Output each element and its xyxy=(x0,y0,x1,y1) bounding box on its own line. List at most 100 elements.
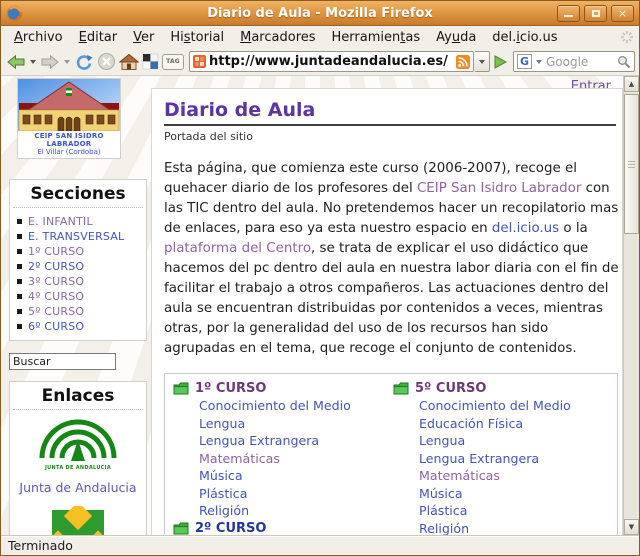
junta-de-andalucia-logo[interactable] xyxy=(32,418,124,464)
go-button[interactable] xyxy=(491,50,509,74)
inline-link[interactable]: del.icio.us xyxy=(492,221,559,236)
course-item-link[interactable]: Lengua Extrangera xyxy=(419,451,539,466)
home-button[interactable] xyxy=(118,50,140,74)
menu-herramientas[interactable]: Herramientas xyxy=(324,28,429,47)
averroes-logo[interactable] xyxy=(47,506,109,535)
reload-button[interactable] xyxy=(73,50,95,74)
minimize-button[interactable] xyxy=(557,5,580,22)
course-column: 1º CURSO Conocimiento del Medio Lengua Leng… xyxy=(173,379,393,535)
forward-icon xyxy=(40,54,60,70)
course-item: Educación Física xyxy=(393,415,613,433)
course-item-link[interactable]: Lengua Extrangera xyxy=(199,433,319,448)
course-item: Religión xyxy=(173,502,393,520)
search-bar: G xyxy=(513,51,635,72)
sidebar-link[interactable]: 3º CURSO xyxy=(28,275,84,288)
site-search-input[interactable] xyxy=(9,353,116,370)
back-icon xyxy=(6,54,26,70)
course-item-link[interactable]: Matemáticas xyxy=(419,468,500,483)
square-bullet-icon xyxy=(17,219,22,224)
rss-icon[interactable] xyxy=(456,55,470,69)
back-dropdown[interactable] xyxy=(30,60,36,64)
list-item: 4º CURSO xyxy=(17,289,142,304)
square-bullet-icon xyxy=(17,249,22,254)
close-button[interactable]: × xyxy=(611,5,634,22)
tag-button[interactable]: TAG xyxy=(161,50,185,74)
search-engine-dropdown[interactable] xyxy=(536,60,542,64)
browser-window: Diario de Aula - Mozilla Firefox × Archi… xyxy=(0,0,640,556)
maximize-button[interactable] xyxy=(584,5,607,22)
forward-button[interactable] xyxy=(39,50,61,74)
search-icon[interactable] xyxy=(617,55,631,69)
course-item-link[interactable]: Matemáticas xyxy=(199,451,280,466)
course-item: Plástica xyxy=(173,485,393,503)
sidebar-link[interactable]: 6º CURSO xyxy=(28,320,84,333)
scroll-down-button[interactable]: ▼ xyxy=(624,519,639,535)
course-item-link[interactable]: Educación Física xyxy=(419,416,523,431)
course-header: 5º CURSO xyxy=(393,379,613,397)
course-item-link[interactable]: Plástica xyxy=(419,503,467,518)
school-building-image xyxy=(18,79,120,131)
menu-ayuda[interactable]: Ayuda xyxy=(428,28,484,47)
stop-button[interactable] xyxy=(96,50,117,74)
menu-marcadores[interactable]: Marcadores xyxy=(232,28,323,47)
course-item-link[interactable]: Religión xyxy=(199,503,249,518)
folder-icon xyxy=(173,522,189,535)
course-item: Conocimiento del Medio xyxy=(393,397,613,415)
course-header-link[interactable]: 5º CURSO xyxy=(415,381,486,396)
chevron-down-icon xyxy=(479,60,485,64)
course-header-link[interactable]: 2º CURSO xyxy=(195,521,266,535)
square-bullet-icon xyxy=(17,234,22,239)
course-item-link[interactable]: Religión xyxy=(419,521,469,535)
course-item: Conocimiento del Medio xyxy=(173,397,393,415)
course-item-link[interactable]: Lengua xyxy=(199,416,245,431)
sidebar-link[interactable]: E. INFANTIL xyxy=(28,215,93,228)
scrollbar-thumb[interactable] xyxy=(624,94,639,234)
close-icon: × xyxy=(618,8,627,19)
sidebar-link[interactable]: 1º CURSO xyxy=(28,245,84,258)
school-logo[interactable]: CEIP SAN ISIDRO LABRADOR El Villar (Cord… xyxy=(17,78,121,159)
menu-del-icio-us[interactable]: del.icio.us xyxy=(484,28,565,47)
delicious-button[interactable] xyxy=(141,50,160,74)
square-bullet-icon xyxy=(17,264,22,269)
menu-editar[interactable]: Editar xyxy=(71,28,126,47)
school-location: El Villar (Cordoba) xyxy=(18,148,120,156)
course-item: Lengua Extrangera xyxy=(173,432,393,450)
sidebar-link[interactable]: 2º CURSO xyxy=(28,260,84,273)
square-bullet-icon xyxy=(17,294,22,299)
forward-dropdown[interactable] xyxy=(64,60,70,64)
back-button[interactable] xyxy=(5,50,27,74)
address-input[interactable] xyxy=(209,54,453,69)
links-title: Enlaces xyxy=(13,382,143,410)
course-item-link[interactable]: Plástica xyxy=(199,486,247,501)
folder-icon xyxy=(393,382,409,395)
web-search-input[interactable] xyxy=(546,55,615,69)
sidebar-link[interactable]: 4º CURSO xyxy=(28,290,84,303)
square-bullet-icon xyxy=(17,279,22,284)
scroll-up-button[interactable]: ▲ xyxy=(624,76,639,92)
status-text: Terminado xyxy=(8,538,73,553)
web-page: Entrar xyxy=(1,76,623,535)
course-item-link[interactable]: Conocimiento del Medio xyxy=(419,398,571,413)
page-title[interactable]: Diario de Aula xyxy=(164,99,315,121)
school-name: CEIP SAN ISIDRO LABRADOR xyxy=(18,132,120,148)
inline-link[interactable]: CEIP San Isidro Labrador xyxy=(417,181,581,196)
url-history-dropdown[interactable] xyxy=(475,51,490,72)
navigation-toolbar: TAG G xyxy=(1,48,639,76)
sidebar-link[interactable]: E. TRANSVERSAL xyxy=(28,230,124,243)
course-item-link[interactable]: Conocimiento del Medio xyxy=(199,398,351,413)
vertical-scrollbar[interactable]: ▲ ▼ xyxy=(623,76,639,535)
course-header: 1º CURSO xyxy=(173,379,393,397)
scrollbar-track[interactable] xyxy=(624,92,639,519)
inline-link[interactable]: plataforma del Centro xyxy=(164,241,311,256)
menu-ver[interactable]: Ver xyxy=(125,28,162,47)
menu-archivo[interactable]: Archivo xyxy=(6,28,71,47)
sidebar-link[interactable]: 5º CURSO xyxy=(28,305,84,318)
menu-historial[interactable]: Historial xyxy=(162,28,232,47)
course-item-link[interactable]: Lengua xyxy=(419,433,465,448)
sections-list: E. INFANTIL E. TRANSVERSAL 1º CURSO 2º CURS… xyxy=(10,212,146,340)
course-header-link[interactable]: 1º CURSO xyxy=(195,381,266,396)
course-item-link[interactable]: Música xyxy=(199,468,243,483)
course-item-link[interactable]: Música xyxy=(419,486,463,501)
url-bar xyxy=(189,51,474,72)
junta-link[interactable]: Junta de Andalucia xyxy=(10,480,146,495)
